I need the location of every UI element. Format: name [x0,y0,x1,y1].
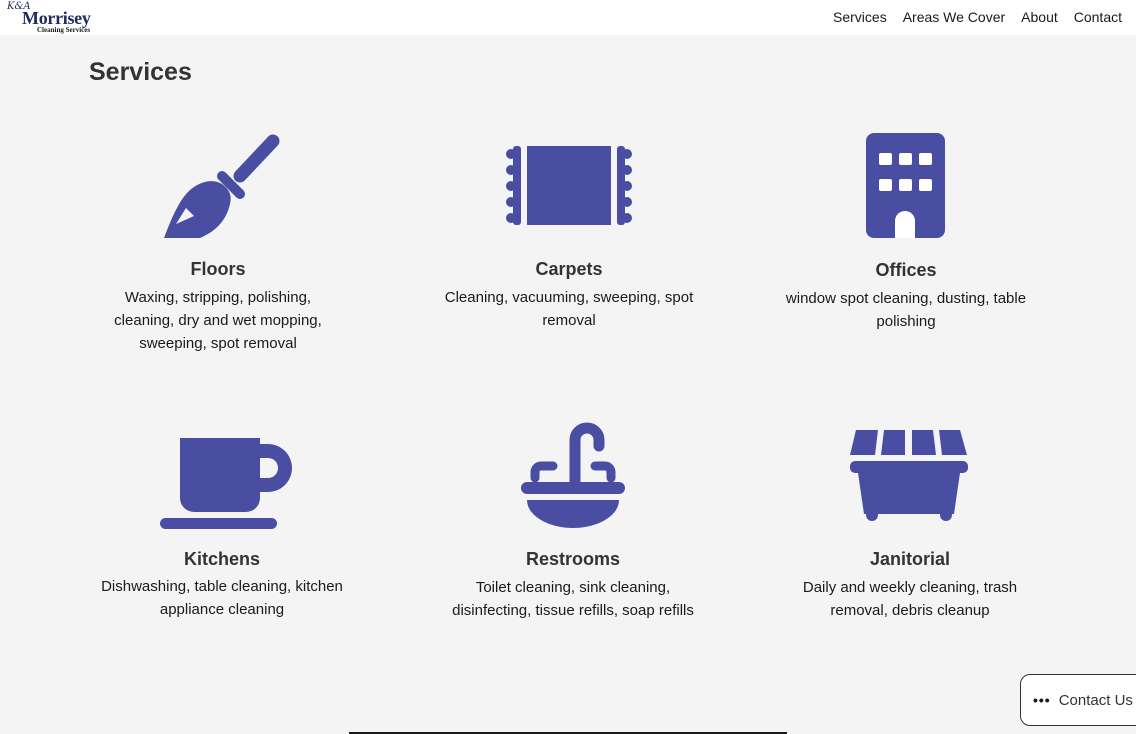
service-desc-restrooms: Toilet cleaning, sink cleaning, disinfec… [452,579,694,619]
logo-subtitle-text: Cleaning Services [37,26,91,34]
sink-icon [521,422,625,528]
main-nav: Services Areas We Cover About Contact [833,9,1122,25]
service-title-floors: Floors [190,259,246,279]
service-title-restrooms: Restrooms [525,549,621,569]
service-title-carpets: Carpets [535,259,603,279]
page-title: Services [89,58,192,86]
service-title-offices: Offices [875,260,937,280]
building-icon [866,133,945,238]
service-title-janitorial: Janitorial [869,549,951,569]
service-title-kitchens: Kitchens [183,549,261,569]
service-desc-carpets: Cleaning, vacuuming, sweeping, spot remo… [444,289,694,329]
dumpster-icon [850,430,968,521]
rug-icon [506,146,632,225]
more-dots-icon: ••• [1033,692,1051,708]
service-desc-kitchens: Dishwashing, table cleaning, kitchen app… [101,578,343,618]
service-desc-offices: window spot cleaning, dusting, table pol… [785,290,1027,330]
site-header: K&A Morrisey Cleaning Services Services … [0,0,1136,35]
service-desc-janitorial: Daily and weekly cleaning, trash removal… [802,579,1018,619]
nav-link-areas[interactable]: Areas We Cover [903,9,1005,25]
service-desc-floors: Waxing, stripping, polishing, cleaning, … [114,289,322,352]
broom-icon [164,134,280,238]
contact-us-label: Contact Us [1058,691,1133,709]
nav-link-about[interactable]: About [1021,9,1058,25]
mug-icon [160,438,292,529]
nav-link-services[interactable]: Services [833,9,887,25]
contact-us-button[interactable]: ••• Contact Us [1020,674,1136,726]
brand-logo[interactable]: K&A Morrisey Cleaning Services [5,1,97,35]
nav-link-contact[interactable]: Contact [1074,9,1122,25]
